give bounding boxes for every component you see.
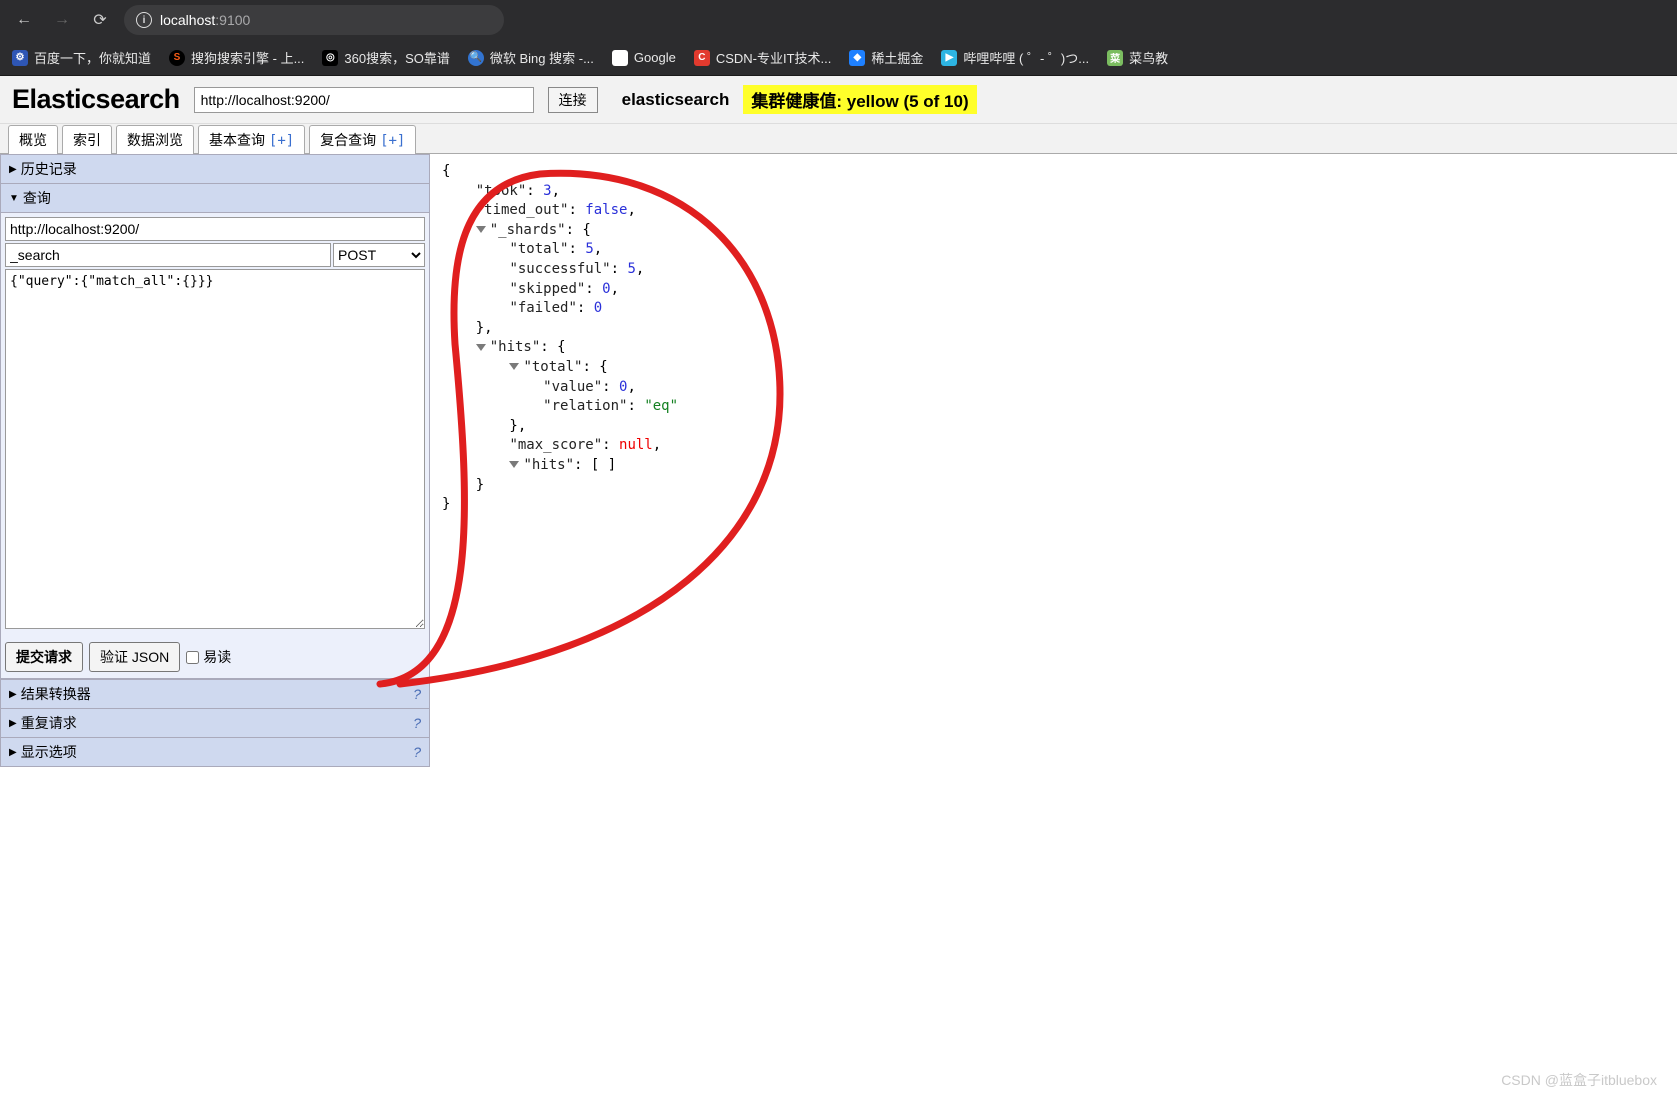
bookmark-item[interactable]: ◆ 稀土掘金	[849, 48, 923, 67]
bookmark-item[interactable]: G Google	[612, 50, 676, 66]
panel-display[interactable]: ▶ 显示选项 ?	[0, 738, 430, 767]
json-toggle-icon[interactable]	[476, 344, 486, 351]
es-head-header: Elasticsearch 连接 elasticsearch 集群健康值: ye…	[0, 76, 1677, 124]
panel-history[interactable]: ▶ 历史记录	[0, 154, 430, 184]
http-method-select[interactable]: POST	[333, 243, 425, 267]
query-body-textarea[interactable]	[5, 269, 425, 629]
chevron-right-icon: ▶	[9, 689, 17, 700]
bookmark-item[interactable]: ▶ 哔哩哔哩 ( ゜- ゜)つ...	[941, 48, 1089, 67]
bookmark-item[interactable]: 🔍 微软 Bing 搜索 -...	[468, 48, 594, 67]
bookmark-item[interactable]: ⚙ 百度一下，你就知道	[12, 48, 151, 67]
bookmark-label: 360搜索，SO靠谱	[344, 48, 449, 67]
bookmark-favicon: ◆	[849, 50, 865, 66]
json-toggle-icon[interactable]	[509, 461, 519, 468]
url-rest: :9100	[215, 12, 250, 28]
query-path-input[interactable]	[5, 243, 331, 267]
reload-button[interactable]: ⟳	[86, 6, 114, 34]
browser-toolbar: ← → ⟳ i localhost:9100	[0, 0, 1677, 40]
readable-checkbox[interactable]	[186, 651, 199, 664]
main-tab[interactable]: 数据浏览	[116, 125, 194, 154]
bookmark-favicon: C	[694, 50, 710, 66]
validate-json-button[interactable]: 验证 JSON	[89, 642, 180, 672]
bookmark-favicon: G	[612, 50, 628, 66]
panel-query-label: 查询	[23, 188, 51, 208]
main-tab[interactable]: 概览	[8, 125, 58, 154]
chevron-right-icon: ▶	[9, 747, 17, 758]
query-host-input[interactable]	[5, 217, 425, 241]
panel-repeat[interactable]: ▶ 重复请求 ?	[0, 709, 430, 738]
query-actions-row: 提交请求 验证 JSON 易读	[0, 636, 430, 679]
cluster-name: elasticsearch	[622, 90, 730, 110]
panel-history-label: 历史记录	[21, 159, 77, 179]
bookmark-item[interactable]: C CSDN-专业IT技术...	[694, 48, 832, 67]
chevron-down-icon: ▼	[9, 193, 19, 204]
tab-label: 索引	[73, 132, 101, 148]
tab-label: 数据浏览	[127, 132, 183, 148]
tab-label: 概览	[19, 132, 47, 148]
tab-plus-icon[interactable]: [+]	[269, 133, 294, 149]
app-logo: Elasticsearch	[12, 84, 180, 115]
connect-url-input[interactable]	[194, 87, 534, 113]
result-json-viewer: { "took": 3, "timed_out": false, "_shard…	[430, 154, 1677, 767]
bookmark-label: 哔哩哔哩 ( ゜- ゜)つ...	[963, 48, 1089, 67]
main-tabs: 概览索引数据浏览基本查询 [+]复合查询 [+]	[0, 124, 1677, 153]
bookmark-item[interactable]: ◎ 360搜索，SO靠谱	[322, 48, 449, 67]
site-info-icon[interactable]: i	[136, 12, 152, 28]
back-button[interactable]: ←	[10, 6, 38, 34]
panel-display-label: 显示选项	[21, 742, 77, 762]
url-host: localhost	[160, 12, 215, 28]
submit-request-button[interactable]: 提交请求	[5, 642, 83, 672]
bookmark-label: CSDN-专业IT技术...	[716, 48, 832, 67]
bookmark-favicon: ▶	[941, 50, 957, 66]
main-tab[interactable]: 复合查询 [+]	[309, 125, 416, 154]
panel-query[interactable]: ▼ 查询	[0, 184, 430, 213]
address-bar[interactable]: i localhost:9100	[124, 5, 504, 35]
bookmark-label: Google	[634, 50, 676, 65]
bookmark-label: 稀土掘金	[871, 48, 923, 67]
connect-button[interactable]: 连接	[548, 87, 598, 113]
panel-transformer-label: 结果转换器	[21, 684, 91, 704]
bookmark-label: 菜鸟教	[1129, 48, 1168, 67]
bookmark-favicon: ◎	[322, 50, 338, 66]
bookmark-item[interactable]: 菜菜鸟教	[1107, 48, 1168, 67]
bookmark-bar: ⚙ 百度一下，你就知道 S 搜狗搜索引擎 - 上... ◎ 360搜索，SO靠谱 🔍 微软 B…	[0, 40, 1677, 76]
readable-checkbox-label: 易读	[203, 647, 231, 667]
bookmark-favicon: ⚙	[12, 50, 28, 66]
csdn-watermark: CSDN @蓝盒子itbluebox	[1501, 1070, 1657, 1090]
json-toggle-icon[interactable]	[509, 363, 519, 370]
main-tab[interactable]: 基本查询 [+]	[198, 125, 305, 154]
json-toggle-icon[interactable]	[476, 226, 486, 233]
tab-label: 复合查询	[320, 132, 380, 148]
bookmark-item[interactable]: S 搜狗搜索引擎 - 上...	[169, 48, 304, 67]
bookmark-label: 百度一下，你就知道	[34, 48, 151, 67]
readable-checkbox-wrap[interactable]: 易读	[186, 647, 231, 667]
panel-transformer[interactable]: ▶ 结果转换器 ?	[0, 679, 430, 709]
chevron-right-icon: ▶	[9, 718, 17, 729]
bookmark-label: 搜狗搜索引擎 - 上...	[191, 48, 304, 67]
bookmark-favicon: S	[169, 50, 185, 66]
bookmark-favicon: 菜	[1107, 50, 1123, 66]
query-body-panel: POST	[0, 213, 430, 636]
bookmark-label: 微软 Bing 搜索 -...	[490, 48, 594, 67]
panel-repeat-label: 重复请求	[21, 713, 77, 733]
main-tab[interactable]: 索引	[62, 125, 112, 154]
tab-label: 基本查询	[209, 132, 269, 148]
panel-help-icon[interactable]: ?	[413, 686, 421, 702]
panel-help-icon[interactable]: ?	[413, 744, 421, 760]
tab-plus-icon[interactable]: [+]	[380, 133, 405, 149]
bookmark-favicon: 🔍	[468, 50, 484, 66]
chevron-right-icon: ▶	[9, 164, 17, 175]
query-sidebar: ▶ 历史记录 ▼ 查询 POST 提交请求 验证 JSON	[0, 154, 430, 767]
forward-button[interactable]: →	[48, 6, 76, 34]
panel-help-icon[interactable]: ?	[413, 715, 421, 731]
cluster-health-badge: 集群健康值: yellow (5 of 10)	[743, 85, 976, 114]
